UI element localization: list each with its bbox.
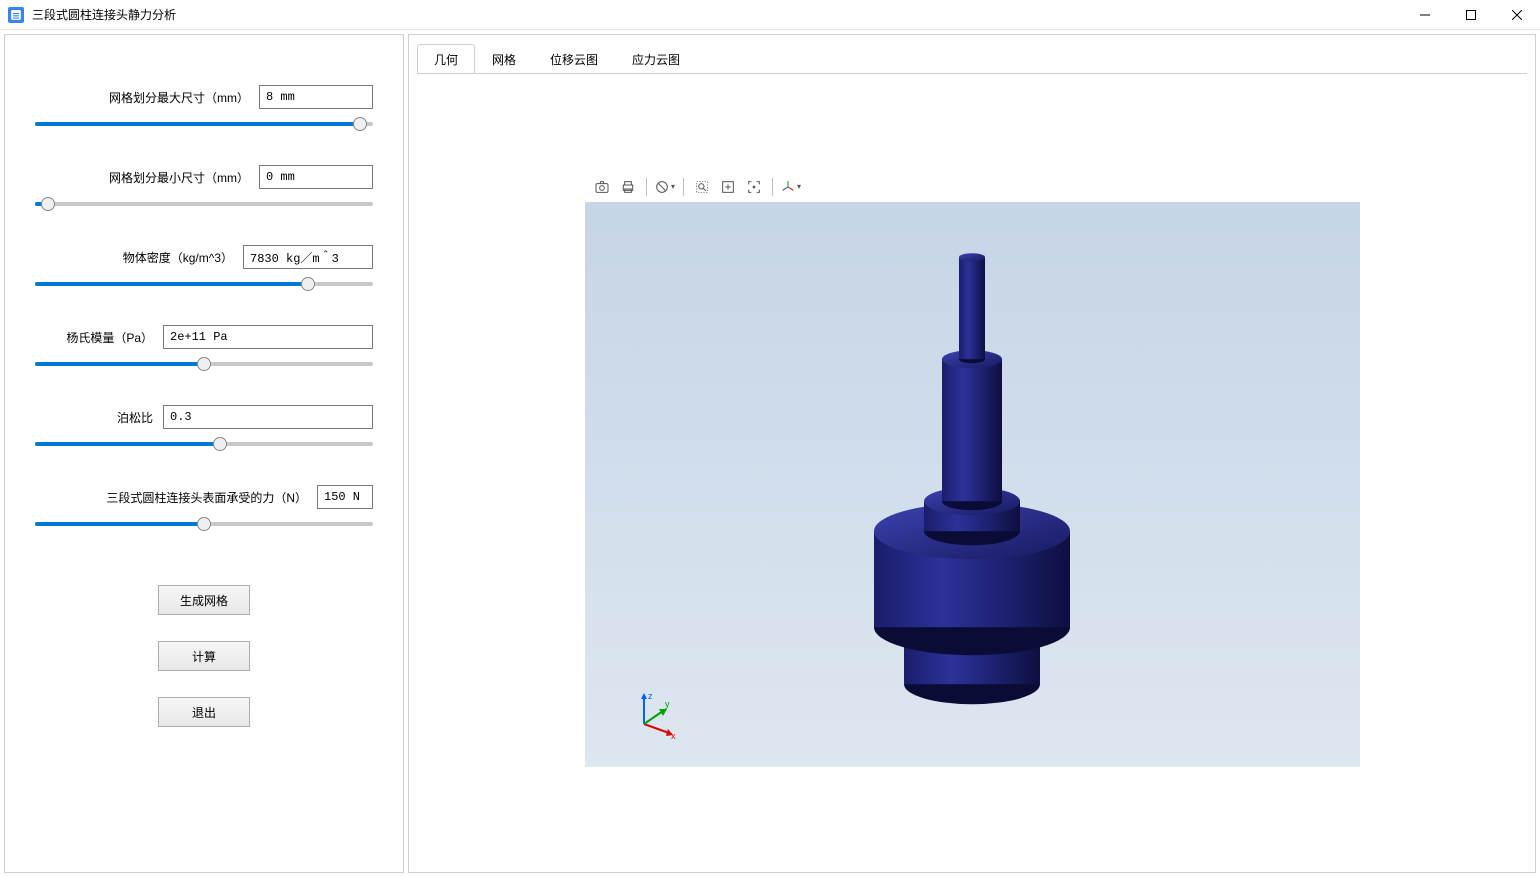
poisson-label: 泊松比 — [117, 409, 153, 426]
mesh-max-slider[interactable] — [35, 122, 373, 126]
window-close-button[interactable] — [1494, 0, 1540, 30]
visualization-panel: 几何 网格 位移云图 应力云图 ▾ — [408, 34, 1536, 873]
zoom-selection-icon[interactable] — [743, 176, 765, 198]
zoom-window-icon[interactable] — [691, 176, 713, 198]
window-controls — [1402, 0, 1540, 30]
tab-geometry[interactable]: 几何 — [417, 44, 475, 74]
density-label: 物体密度（kg/m^3） — [123, 249, 233, 266]
density-input[interactable] — [243, 245, 373, 269]
youngs-modulus-slider[interactable] — [35, 362, 373, 366]
reset-view-icon[interactable]: ▾ — [654, 176, 676, 198]
mesh-max-input[interactable] — [259, 85, 373, 109]
tab-stress[interactable]: 应力云图 — [615, 44, 697, 74]
tab-content: ▾ ▾ — [417, 73, 1527, 864]
mesh-min-slider[interactable] — [35, 202, 373, 206]
3d-viewport[interactable]: z x y — [585, 202, 1360, 767]
parameters-panel: 网格划分最大尺寸（mm） 网格划分最小尺寸（mm） 物体密度（kg/m^3） 杨… — [4, 34, 404, 873]
app-icon — [8, 7, 24, 23]
window-title: 三段式圆柱连接头静力分析 — [32, 6, 176, 23]
exit-button[interactable]: 退出 — [158, 697, 250, 727]
toolbar-separator — [646, 178, 647, 196]
toolbar-separator — [772, 178, 773, 196]
force-input[interactable] — [317, 485, 373, 509]
window-titlebar: 三段式圆柱连接头静力分析 — [0, 0, 1540, 30]
axis-view-icon[interactable]: ▾ — [780, 176, 802, 198]
poisson-ratio-slider[interactable] — [35, 442, 373, 446]
density-slider[interactable] — [35, 282, 373, 286]
generate-mesh-button[interactable]: 生成网格 — [158, 585, 250, 615]
force-label: 三段式圆柱连接头表面承受的力（N） — [106, 489, 307, 506]
youngs-label: 杨氏模量（Pa） — [66, 329, 153, 346]
svg-text:z: z — [648, 691, 653, 701]
youngs-modulus-input[interactable] — [163, 325, 373, 349]
svg-text:x: x — [671, 731, 676, 739]
tab-mesh[interactable]: 网格 — [475, 44, 533, 74]
svg-text:y: y — [665, 699, 670, 709]
window-minimize-button[interactable] — [1402, 0, 1448, 30]
tab-displacement[interactable]: 位移云图 — [533, 44, 615, 74]
toolbar-separator — [683, 178, 684, 196]
viewport-toolbar: ▾ ▾ — [585, 172, 1360, 202]
screenshot-icon[interactable] — [591, 176, 613, 198]
poisson-ratio-input[interactable] — [163, 405, 373, 429]
view-tabs: 几何 网格 位移云图 应力云图 — [409, 35, 1535, 73]
viewport-container: ▾ ▾ — [585, 172, 1360, 767]
model-geometry — [792, 229, 1152, 719]
print-icon[interactable] — [617, 176, 639, 198]
mesh-max-label: 网格划分最大尺寸（mm） — [109, 89, 249, 106]
mesh-min-input[interactable] — [259, 165, 373, 189]
mesh-min-label: 网格划分最小尺寸（mm） — [109, 169, 249, 186]
compute-button[interactable]: 计算 — [158, 641, 250, 671]
window-maximize-button[interactable] — [1448, 0, 1494, 30]
zoom-extents-icon[interactable] — [717, 176, 739, 198]
coordinate-triad-icon: z x y — [629, 689, 679, 739]
force-slider[interactable] — [35, 522, 373, 526]
